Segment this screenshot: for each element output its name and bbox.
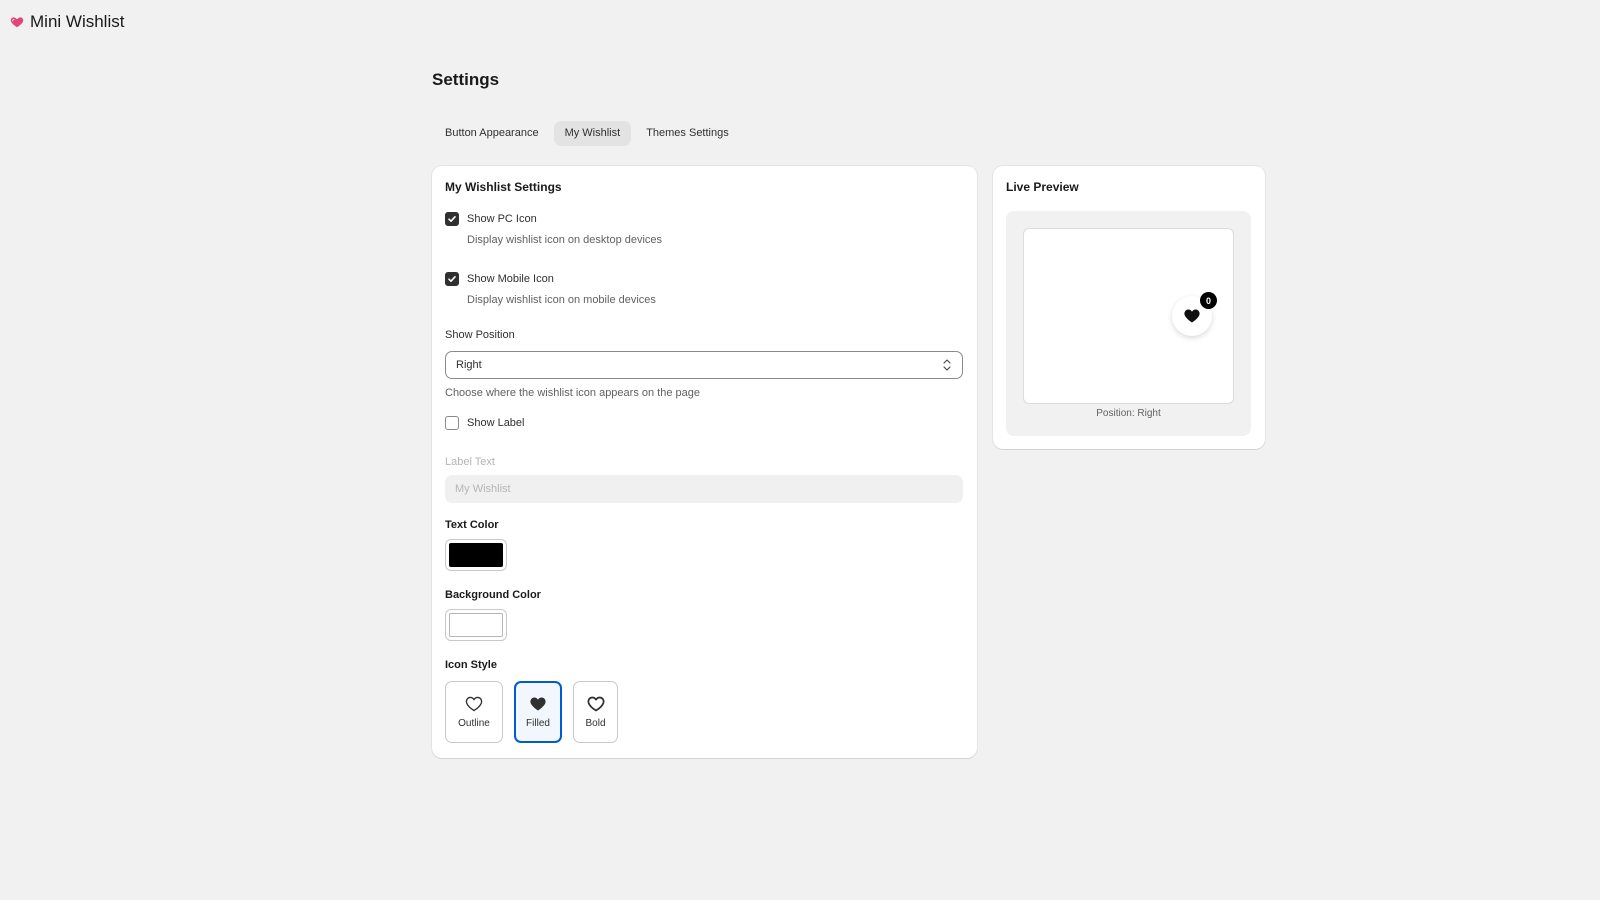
- wishlist-floating-button[interactable]: 0: [1172, 292, 1217, 336]
- card-title: My Wishlist Settings: [445, 180, 562, 194]
- preview-frame: 0: [1023, 228, 1234, 404]
- tab-my-wishlist[interactable]: My Wishlist: [553, 121, 632, 146]
- background-color-label: Background Color: [445, 589, 541, 601]
- tab-bar: Button Appearance My Wishlist Themes Set…: [434, 121, 740, 146]
- text-color-swatch[interactable]: [445, 539, 507, 571]
- heart-bold-icon: [587, 696, 604, 711]
- wishlist-count-badge: 0: [1200, 292, 1217, 309]
- background-color-swatch-fill: [449, 613, 503, 637]
- app-title: Mini Wishlist: [30, 12, 125, 31]
- select-chevron-icon: [943, 359, 951, 371]
- label-text-input[interactable]: My Wishlist: [445, 475, 963, 503]
- show-position-value: Right: [456, 359, 482, 371]
- show-pc-icon-label: Show PC Icon: [467, 213, 537, 225]
- checkmark-icon: [448, 216, 456, 222]
- show-label-label: Show Label: [467, 417, 525, 429]
- show-mobile-icon-checkbox[interactable]: [445, 272, 459, 286]
- page-title: Settings: [432, 70, 500, 89]
- heart-outline-icon: [465, 696, 483, 711]
- show-position-select[interactable]: Right: [445, 351, 963, 379]
- icon-style-options: Outline Filled Bold: [445, 681, 618, 743]
- show-pc-icon-checkbox[interactable]: [445, 212, 459, 226]
- heart-filled-icon: [530, 696, 546, 711]
- show-mobile-icon-row[interactable]: Show Mobile Icon: [445, 272, 554, 286]
- tab-button-appearance[interactable]: Button Appearance: [434, 121, 550, 146]
- live-preview-title: Live Preview: [1006, 180, 1079, 194]
- show-label-checkbox[interactable]: [445, 416, 459, 430]
- show-pc-icon-row[interactable]: Show PC Icon: [445, 212, 537, 226]
- show-pc-icon-help: Display wishlist icon on desktop devices: [467, 234, 663, 246]
- label-text-label: Label Text: [445, 456, 495, 468]
- icon-style-filled-label: Filled: [526, 717, 550, 729]
- show-mobile-icon-help: Display wishlist icon on mobile devices: [467, 294, 656, 306]
- icon-style-bold-label: Bold: [585, 717, 606, 729]
- icon-style-outline[interactable]: Outline: [445, 681, 503, 743]
- icon-style-label: Icon Style: [445, 659, 497, 671]
- tab-themes-settings[interactable]: Themes Settings: [635, 121, 740, 146]
- icon-style-outline-label: Outline: [458, 717, 490, 729]
- live-preview-card: Live Preview 0 Position: Right: [993, 166, 1265, 449]
- text-color-label: Text Color: [445, 519, 499, 531]
- preview-position-caption: Position: Right: [1096, 408, 1161, 419]
- show-position-help: Choose where the wishlist icon appears o…: [445, 387, 700, 399]
- heart-filled-icon: [1184, 309, 1200, 323]
- icon-style-filled[interactable]: Filled: [514, 681, 562, 743]
- show-mobile-icon-label: Show Mobile Icon: [467, 273, 554, 285]
- text-color-swatch-fill: [449, 543, 503, 567]
- wishlist-settings-card: My Wishlist Settings Show PC Icon Displa…: [432, 166, 977, 758]
- icon-style-bold[interactable]: Bold: [573, 681, 618, 743]
- heart-icon: [10, 17, 24, 28]
- show-position-label: Show Position: [445, 329, 515, 341]
- checkmark-icon: [448, 276, 456, 282]
- app-header: Mini Wishlist: [10, 12, 124, 32]
- preview-area: 0 Position: Right: [1006, 211, 1251, 436]
- show-label-row[interactable]: Show Label: [445, 416, 525, 430]
- background-color-swatch[interactable]: [445, 609, 507, 641]
